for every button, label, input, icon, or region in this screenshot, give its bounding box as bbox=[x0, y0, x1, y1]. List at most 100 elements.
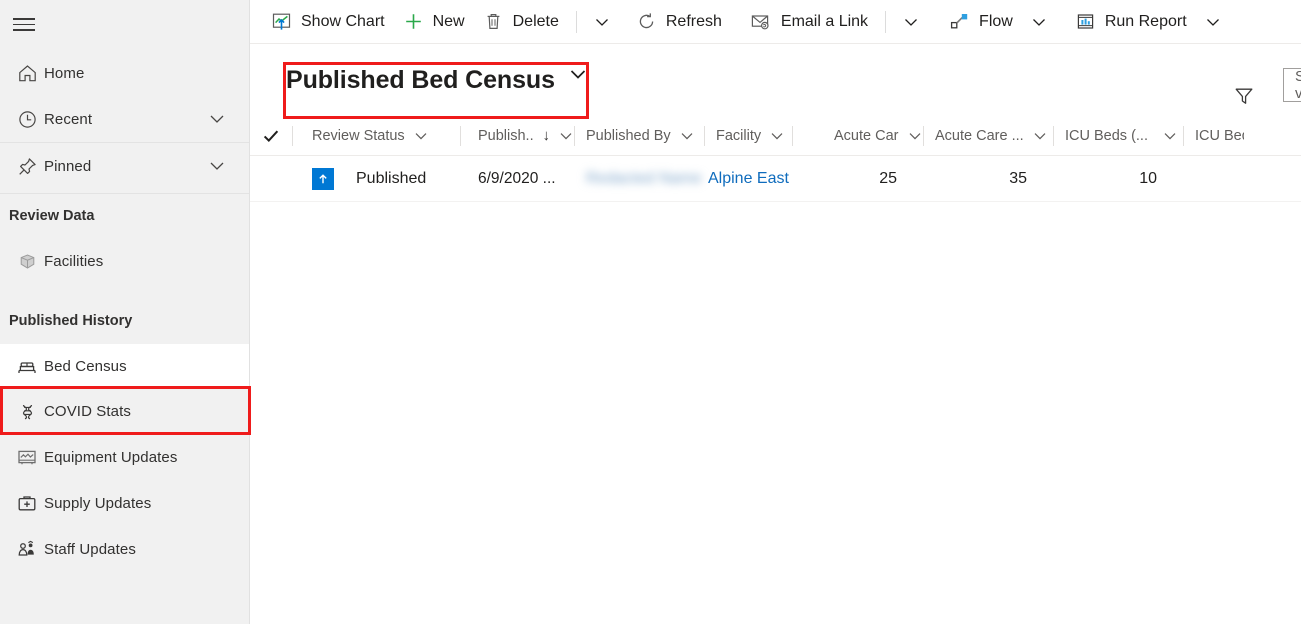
column-header-published-on[interactable]: Publish... ↓ bbox=[461, 116, 574, 156]
new-button[interactable]: New bbox=[394, 2, 474, 42]
chevron-down-icon[interactable] bbox=[679, 128, 695, 144]
sidebar-item-label: Recent bbox=[44, 110, 93, 128]
column-header-facility[interactable]: Facility bbox=[705, 116, 792, 156]
command-label: Show Chart bbox=[301, 12, 385, 30]
column-header-label: Review Status bbox=[312, 127, 405, 144]
filter-icon[interactable] bbox=[1233, 85, 1255, 112]
command-separator bbox=[575, 10, 577, 33]
email-overflow-chevron-down-icon[interactable] bbox=[894, 2, 928, 42]
sidebar-item-label: Bed Census bbox=[44, 357, 127, 375]
sidebar-item-label: Facilities bbox=[44, 252, 104, 270]
column-header-icu-beds-1[interactable]: ICU Beds (... bbox=[1054, 116, 1183, 156]
sidebar-item-home[interactable]: Home bbox=[0, 50, 249, 96]
sidebar-item-label: COVID Stats bbox=[44, 402, 131, 420]
sidebar-item-equipment-updates[interactable]: Equipment Updates bbox=[0, 434, 249, 480]
cell-icu-beds-1: 10 bbox=[1139, 169, 1157, 187]
home-icon bbox=[10, 63, 44, 84]
hamburger-menu-icon[interactable] bbox=[0, 2, 48, 47]
column-header-icu-beds-2[interactable]: ICU Bed bbox=[1184, 116, 1244, 156]
cell-published-on: 6/9/2020 ... bbox=[478, 169, 556, 187]
sidebar-item-label: Staff Updates bbox=[44, 540, 136, 558]
sidebar-item-label: Equipment Updates bbox=[44, 448, 178, 466]
column-header-label: Publish... bbox=[478, 127, 533, 144]
column-header-label: Facility bbox=[716, 127, 762, 144]
cell-review-status-text: Published bbox=[356, 169, 427, 187]
command-label: Flow bbox=[979, 12, 1013, 30]
select-all-checkmark-icon[interactable] bbox=[250, 127, 292, 145]
sidebar-item-facilities[interactable]: Facilities bbox=[0, 238, 249, 284]
sidebar-item-label: Supply Updates bbox=[44, 494, 152, 512]
refresh-icon bbox=[636, 11, 657, 32]
flow-button[interactable]: Flow bbox=[940, 2, 1022, 42]
view-selector-row: Published Bed Census Search this view bbox=[250, 44, 1301, 119]
facility-link[interactable]: Alpine East Ger bbox=[708, 170, 792, 188]
plus-icon bbox=[403, 11, 424, 32]
delete-overflow-chevron-down-icon[interactable] bbox=[585, 2, 619, 42]
column-header-review-status[interactable]: Review Status bbox=[293, 116, 460, 156]
column-header-acute-care-2[interactable]: Acute Care ... bbox=[924, 116, 1053, 156]
virus-icon bbox=[10, 401, 44, 422]
pin-icon bbox=[10, 156, 44, 177]
show-chart-icon bbox=[271, 11, 292, 32]
delete-button[interactable]: Delete bbox=[474, 2, 568, 42]
sidebar-item-supply-updates[interactable]: Supply Updates bbox=[0, 480, 249, 526]
run-report-chevron-down-icon[interactable] bbox=[1196, 2, 1230, 42]
chevron-down-icon[interactable] bbox=[558, 128, 574, 144]
cell-acute-care-2: 35 bbox=[1009, 169, 1027, 187]
chevron-down-icon[interactable] bbox=[567, 63, 589, 90]
chevron-down-icon[interactable] bbox=[207, 109, 227, 129]
command-bar: Show Chart New Delete Refresh Email a Li… bbox=[250, 0, 1301, 44]
column-header-published-by[interactable]: Published By bbox=[575, 116, 704, 156]
cell-acute-care-1: 25 bbox=[879, 169, 897, 187]
column-header-label: ICU Bed bbox=[1195, 127, 1244, 144]
application-window: Home Recent Pinned Review Data Facilitie… bbox=[0, 0, 1301, 624]
column-header-acute-care-1[interactable]: Acute Care ... bbox=[793, 116, 923, 156]
refresh-button[interactable]: Refresh bbox=[627, 2, 731, 42]
flow-chevron-down-icon[interactable] bbox=[1022, 2, 1056, 42]
email-link-icon bbox=[750, 11, 772, 32]
published-up-arrow-icon bbox=[312, 167, 334, 190]
chevron-down-icon[interactable] bbox=[207, 156, 227, 176]
command-label: Delete bbox=[512, 12, 559, 30]
monitor-icon bbox=[10, 446, 44, 468]
chevron-down-icon[interactable] bbox=[413, 128, 429, 144]
sidebar-item-pinned[interactable]: Pinned bbox=[0, 143, 249, 189]
sidebar-item-staff-updates[interactable]: Staff Updates bbox=[0, 526, 249, 572]
sidebar-item-label: Home bbox=[44, 64, 85, 82]
sidebar-item-bed-census[interactable]: Bed Census bbox=[0, 344, 249, 388]
search-input[interactable]: Search this view bbox=[1283, 68, 1301, 102]
flow-icon bbox=[949, 11, 970, 32]
clock-icon bbox=[10, 109, 44, 130]
email-a-link-button[interactable]: Email a Link bbox=[741, 2, 877, 42]
sidebar-item-label: Pinned bbox=[44, 157, 92, 175]
column-header-label: Published By bbox=[586, 127, 671, 144]
cell-icu-beds-2 bbox=[1184, 156, 1244, 202]
command-label: Run Report bbox=[1104, 12, 1187, 30]
cube-icon bbox=[10, 251, 44, 272]
bed-icon bbox=[10, 355, 44, 377]
run-report-button[interactable]: Run Report bbox=[1066, 2, 1196, 42]
chevron-down-icon[interactable] bbox=[907, 128, 923, 144]
sidebar-item-covid-stats[interactable]: COVID Stats bbox=[0, 388, 249, 434]
navigation-sidebar: Home Recent Pinned Review Data Facilitie… bbox=[0, 0, 251, 624]
grid-header-row: Review Status Publish... ↓ Published By … bbox=[250, 116, 1301, 156]
column-header-label: Acute Care ... bbox=[834, 127, 899, 144]
page-title: Published Bed Census bbox=[286, 65, 555, 94]
chevron-down-icon[interactable] bbox=[769, 128, 785, 144]
cell-facility[interactable]: Alpine East Ger bbox=[705, 156, 792, 202]
column-header-label: ICU Beds (... bbox=[1065, 127, 1148, 144]
table-row[interactable]: Published 6/9/2020 ... Redacted Name Alp… bbox=[250, 156, 1301, 202]
chevron-down-icon[interactable] bbox=[1162, 128, 1178, 144]
command-separator bbox=[885, 10, 887, 33]
view-selector[interactable]: Published Bed Census bbox=[250, 66, 589, 95]
show-chart-button[interactable]: Show Chart bbox=[262, 2, 394, 42]
command-label: Refresh bbox=[665, 12, 722, 30]
sort-descending-icon: ↓ bbox=[542, 127, 551, 144]
main-content-area: Show Chart New Delete Refresh Email a Li… bbox=[250, 0, 1301, 624]
sidebar-item-recent[interactable]: Recent bbox=[0, 96, 249, 142]
chevron-down-icon[interactable] bbox=[1032, 128, 1048, 144]
command-label: New bbox=[432, 12, 465, 30]
run-report-icon bbox=[1075, 11, 1096, 32]
medkit-icon bbox=[10, 492, 44, 514]
column-header-label: Acute Care ... bbox=[935, 127, 1024, 144]
